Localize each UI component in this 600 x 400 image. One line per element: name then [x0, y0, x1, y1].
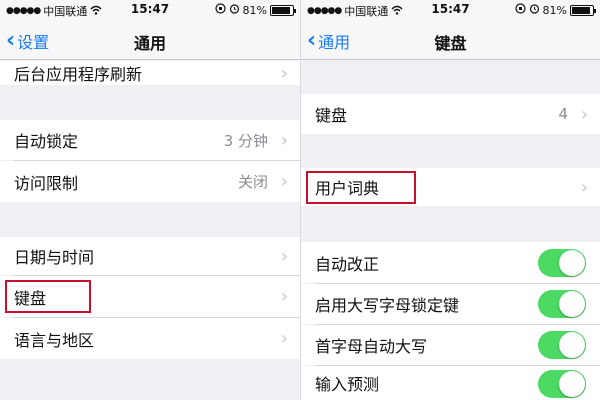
navigation-bar: ‹ 通用 键盘 [301, 20, 600, 60]
battery-level [572, 6, 590, 14]
page-title: 通用 [133, 34, 166, 53]
toggle-knob [559, 291, 585, 317]
row-label: 输入预测 [315, 375, 380, 394]
chevron-right-icon: › [280, 245, 288, 267]
row-label: 自动改正 [315, 254, 380, 274]
row-label: 键盘 [315, 106, 348, 125]
status-bar: ●●●●● 中国联通 15:47 81% [0, 0, 300, 20]
keyboard-count: 4 [558, 105, 568, 123]
chevron-right-icon: › [280, 286, 288, 307]
battery-percent: 81% [242, 3, 267, 17]
page-title: 键盘 [434, 34, 467, 53]
battery-percent: 81% [542, 3, 567, 17]
row-keyboards[interactable]: 键盘 4 › [301, 94, 600, 134]
row-label: 后台应用程序刷新 [14, 65, 143, 84]
orientation-lock-icon [214, 3, 226, 17]
chevron-right-icon: › [280, 129, 288, 151]
auto-capitalization-toggle[interactable] [538, 331, 586, 359]
chevron-right-icon: › [580, 176, 588, 198]
row-label: 日期与时间 [14, 248, 95, 267]
row-auto-capitalization: 首字母自动大写 [301, 325, 600, 365]
row-auto-lock[interactable]: 自动锁定 3 分钟 › [0, 120, 300, 160]
row-label: 启用大写字母锁定键 [315, 296, 460, 315]
toggle-knob [559, 371, 585, 397]
general-settings-screen: ●●●●● 中国联通 15:47 81% ‹ 设置 通用 后台应用程序刷新 › [0, 0, 300, 400]
row-predictive: 输入预测 [301, 366, 600, 400]
row-label: 访问限制 [14, 173, 79, 193]
row-label: 自动锁定 [14, 132, 79, 151]
row-restrictions[interactable]: 访问限制 关闭 › [0, 161, 300, 202]
toggle-knob [559, 249, 585, 276]
row-label: 首字母自动大写 [315, 337, 428, 356]
chevron-right-icon: › [280, 328, 288, 349]
chevron-right-icon: › [580, 103, 588, 125]
alarm-icon [529, 3, 540, 17]
row-date-time[interactable]: 日期与时间 › [0, 237, 300, 275]
toggle-knob [559, 332, 585, 358]
status-bar: ●●●●● 中国联通 15:47 81% [301, 0, 600, 20]
highlight-box [306, 171, 416, 204]
battery-level [272, 6, 290, 14]
row-value: 3 分钟 [223, 131, 268, 150]
row-auto-correction: 自动改正 [301, 242, 600, 283]
highlight-box [5, 280, 91, 313]
predictive-toggle[interactable] [538, 370, 586, 398]
row-caps-lock: 启用大写字母锁定键 [301, 284, 600, 324]
auto-correction-toggle[interactable] [538, 248, 586, 277]
row-background-refresh[interactable]: 后台应用程序刷新 › [0, 61, 300, 85]
chevron-right-icon: › [280, 62, 288, 84]
keyboard-settings-screen: ●●●●● 中国联通 15:47 81% ‹ 通用 键盘 键盘 4 › 用户词典… [300, 0, 600, 400]
battery-icon [270, 4, 296, 16]
battery-icon [570, 4, 596, 16]
row-value: 关闭 [237, 173, 268, 191]
row-label: 语言与地区 [14, 330, 95, 350]
caps-lock-toggle[interactable] [538, 290, 586, 318]
row-language-region[interactable]: 语言与地区 › [0, 318, 300, 359]
orientation-lock-icon [514, 3, 526, 17]
navigation-bar: ‹ 设置 通用 [0, 20, 300, 60]
chevron-right-icon: › [280, 171, 288, 192]
alarm-icon [229, 3, 240, 17]
